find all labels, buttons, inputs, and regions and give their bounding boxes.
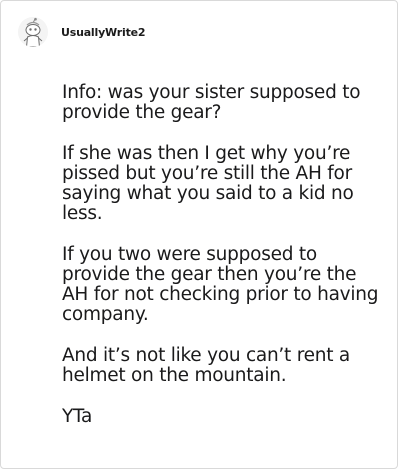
- comment-header: UsuallyWrite2: [18, 17, 146, 47]
- comment-paragraph-2: If she was then I get why you’re pissed …: [62, 143, 354, 224]
- comment-card: UsuallyWrite2 Info: was your sister supp…: [0, 0, 398, 469]
- snoo-avatar-icon[interactable]: [18, 17, 48, 47]
- username-link[interactable]: UsuallyWrite2: [61, 26, 146, 39]
- comment-paragraph-4: And it’s not like you can’t rent a helme…: [62, 345, 350, 386]
- comment-body: Info: was your sister supposed to provid…: [62, 83, 384, 448]
- comment-paragraph-5: YTa: [62, 406, 93, 427]
- comment-paragraph-3: If you two were supposed to provide the …: [62, 244, 379, 325]
- comment-paragraph-1: Info: was your sister supposed to provid…: [62, 82, 361, 123]
